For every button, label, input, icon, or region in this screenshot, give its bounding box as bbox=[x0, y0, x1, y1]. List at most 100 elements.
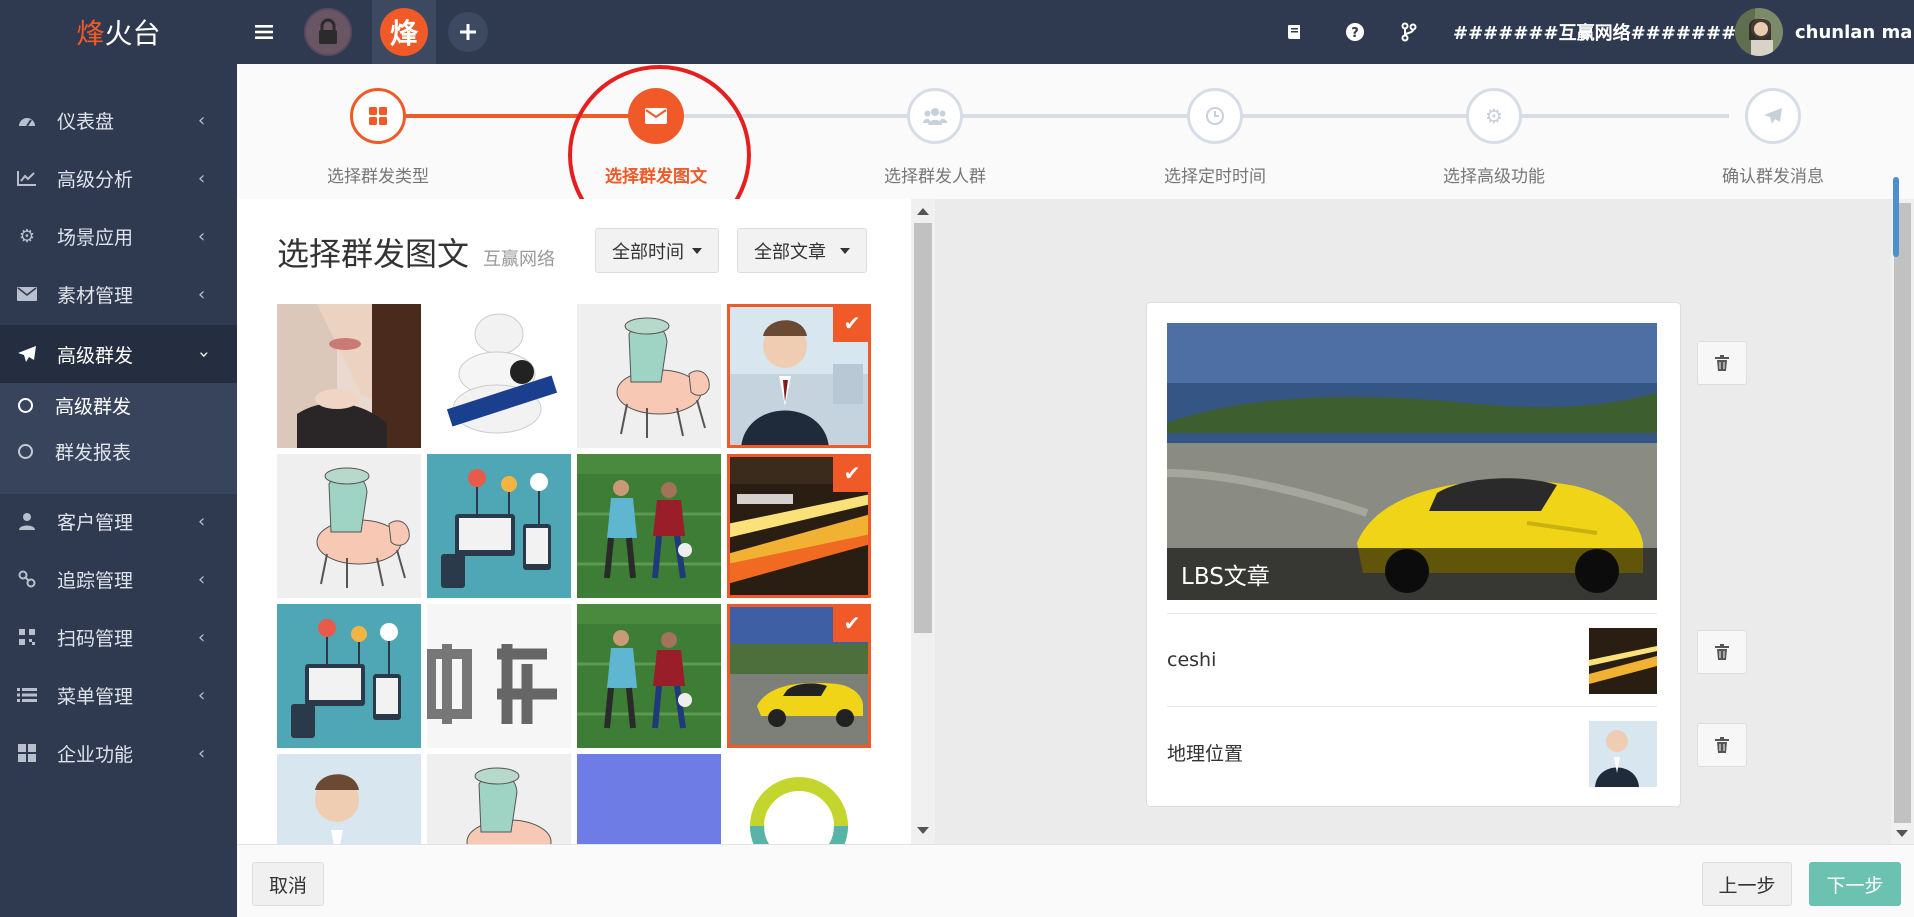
sidebar-item-label: 高级分析 bbox=[57, 168, 134, 191]
article-thumbnail[interactable] bbox=[727, 754, 871, 844]
article-thumbnail[interactable] bbox=[277, 604, 421, 748]
scrollbar-thumb[interactable] bbox=[1894, 203, 1911, 823]
delete-item-button[interactable] bbox=[1697, 723, 1747, 767]
article-thumbnail-selected[interactable]: ✔ bbox=[727, 454, 871, 598]
article-thumbnail[interactable] bbox=[277, 454, 421, 598]
chevron-left-icon: ‹ bbox=[198, 568, 206, 590]
time-filter-dropdown[interactable]: 全部时间 bbox=[595, 228, 719, 273]
news-item-row[interactable]: ceshi bbox=[1167, 613, 1657, 705]
article-thumbnail[interactable] bbox=[577, 304, 721, 448]
chevron-down-icon bbox=[692, 247, 702, 254]
version-button[interactable] bbox=[1401, 0, 1417, 64]
active-account-tab[interactable]: 烽 bbox=[372, 0, 436, 64]
cancel-button[interactable]: 取消 bbox=[252, 862, 324, 906]
woman-portrait-image bbox=[277, 304, 421, 448]
delete-cover-button[interactable] bbox=[1697, 341, 1747, 385]
businessman-image bbox=[1589, 721, 1657, 787]
devices-illustration-image bbox=[277, 604, 421, 748]
logo-highlight: 烽 bbox=[76, 17, 105, 50]
devices-illustration-image bbox=[427, 454, 571, 598]
article-thumbnail[interactable] bbox=[427, 454, 571, 598]
scroll-down-arrow[interactable] bbox=[1896, 830, 1908, 837]
add-account-button[interactable] bbox=[448, 12, 488, 52]
menu-icon bbox=[255, 25, 273, 39]
chevron-down-icon: ‹ bbox=[193, 350, 215, 358]
picker-scrollbar[interactable] bbox=[911, 199, 935, 844]
donut-chart-image bbox=[727, 754, 871, 844]
article-thumbnail[interactable] bbox=[277, 754, 421, 844]
sidebar-item-menus[interactable]: 菜单管理 ‹ bbox=[0, 666, 237, 724]
trash-icon bbox=[1715, 355, 1729, 371]
user-menu[interactable]: chunlan ma bbox=[1735, 0, 1912, 64]
sidebar-item-tracking[interactable]: 追踪管理 ‹ bbox=[0, 550, 237, 608]
link-icon bbox=[16, 568, 38, 590]
article-thumbnail[interactable] bbox=[427, 604, 571, 748]
user-icon bbox=[16, 510, 38, 532]
step-1-circle[interactable] bbox=[350, 88, 406, 144]
next-step-button[interactable]: 下一步 bbox=[1809, 862, 1901, 906]
help-button[interactable]: ? bbox=[1345, 0, 1365, 64]
panel-title: 选择群发图文 bbox=[277, 235, 470, 273]
account-avatar-fenghuotai: 烽 bbox=[380, 8, 428, 56]
step-1-label: 选择群发类型 bbox=[327, 167, 429, 187]
account-selector[interactable]: #######互赢网络####### bbox=[1453, 0, 1755, 64]
step-4-circle[interactable] bbox=[1187, 88, 1243, 144]
previous-step-button[interactable]: 上一步 bbox=[1702, 862, 1792, 906]
cover-article-title: LBS文章 bbox=[1167, 548, 1657, 600]
sidebar-subitem-mass-send[interactable]: 高级群发 bbox=[0, 383, 237, 427]
sidebar-item-mass-send[interactable]: 高级群发 ‹ bbox=[0, 325, 237, 383]
step-5-label: 选择高级功能 bbox=[1443, 167, 1545, 187]
sidebar-item-analytics[interactable]: 高级分析 ‹ bbox=[0, 149, 237, 207]
cartoon-rider-image bbox=[577, 304, 721, 448]
qrcode-icon bbox=[16, 626, 38, 648]
sidebar-item-materials[interactable]: 素材管理 ‹ bbox=[0, 265, 237, 323]
chevron-left-icon: ‹ bbox=[198, 225, 206, 247]
michelin-mascot-image bbox=[427, 304, 571, 448]
cover-article[interactable]: LBS文章 bbox=[1167, 323, 1657, 600]
article-thumbnail[interactable] bbox=[427, 754, 571, 844]
businessman-image bbox=[277, 754, 421, 844]
article-thumbnail-selected[interactable]: ✔ bbox=[727, 304, 871, 448]
sidebar-item-scenes[interactable]: ⚙ 场景应用 ‹ bbox=[0, 207, 237, 265]
account-avatar-locked[interactable] bbox=[304, 8, 352, 56]
article-thumbnail[interactable] bbox=[577, 454, 721, 598]
step-5-circle[interactable]: ⚙ bbox=[1466, 88, 1522, 144]
logo-text: 火台 bbox=[104, 17, 161, 50]
blue-gradient-image bbox=[577, 754, 721, 844]
scroll-down-arrow[interactable] bbox=[917, 827, 929, 834]
users-icon bbox=[923, 108, 947, 125]
page-scrollbar[interactable] bbox=[1891, 199, 1914, 844]
article-thumbnail-selected[interactable]: ✔ bbox=[727, 604, 871, 748]
football-players-image bbox=[577, 454, 721, 598]
article-thumbnail[interactable] bbox=[427, 304, 571, 448]
lock-icon bbox=[306, 10, 350, 54]
article-thumbnail[interactable] bbox=[577, 754, 721, 844]
docs-button[interactable] bbox=[1286, 0, 1304, 64]
sidebar-item-dashboard[interactable]: 仪表盘 ‹ bbox=[0, 91, 237, 149]
chevron-left-icon: ‹ bbox=[198, 283, 206, 305]
delete-item-button[interactable] bbox=[1697, 630, 1747, 674]
article-filter-dropdown[interactable]: 全部文章 bbox=[737, 228, 867, 273]
sidebar-item-enterprise[interactable]: 企业功能 ‹ bbox=[0, 724, 237, 782]
scrollbar-thumb[interactable] bbox=[914, 223, 932, 633]
sidebar-subitem-label: 群发报表 bbox=[55, 441, 132, 464]
sidebar: 仪表盘 ‹ 高级分析 ‹ ⚙ 场景应用 ‹ 素材管理 ‹ 高级群发 ‹ 高级群发… bbox=[0, 64, 237, 917]
sidebar-subitem-report[interactable]: 群发报表 bbox=[0, 429, 237, 473]
plus-icon bbox=[460, 24, 476, 40]
chevron-left-icon: ‹ bbox=[198, 167, 206, 189]
step-3-circle[interactable] bbox=[907, 88, 963, 144]
article-picker-panel: 选择群发图文 互赢网络 全部时间 全部文章 ✔ ✔ ✔ bbox=[237, 199, 912, 844]
news-item-row[interactable]: 地理位置 bbox=[1167, 706, 1657, 798]
article-thumbnail[interactable] bbox=[277, 304, 421, 448]
menu-toggle-button[interactable] bbox=[240, 8, 288, 56]
avatar-glyph: 烽 bbox=[389, 17, 418, 50]
news-item-thumbnail bbox=[1589, 628, 1657, 694]
scroll-up-arrow[interactable] bbox=[917, 208, 929, 215]
sidebar-item-customers[interactable]: 客户管理 ‹ bbox=[0, 492, 237, 550]
sidebar-item-label: 企业功能 bbox=[57, 743, 134, 766]
article-thumbnail[interactable] bbox=[577, 604, 721, 748]
step-6-circle[interactable] bbox=[1745, 88, 1801, 144]
time-filter-label: 全部时间 bbox=[612, 241, 684, 263]
app-logo[interactable]: 烽火台 bbox=[0, 0, 237, 64]
sidebar-item-qrcode[interactable]: 扫码管理 ‹ bbox=[0, 608, 237, 666]
